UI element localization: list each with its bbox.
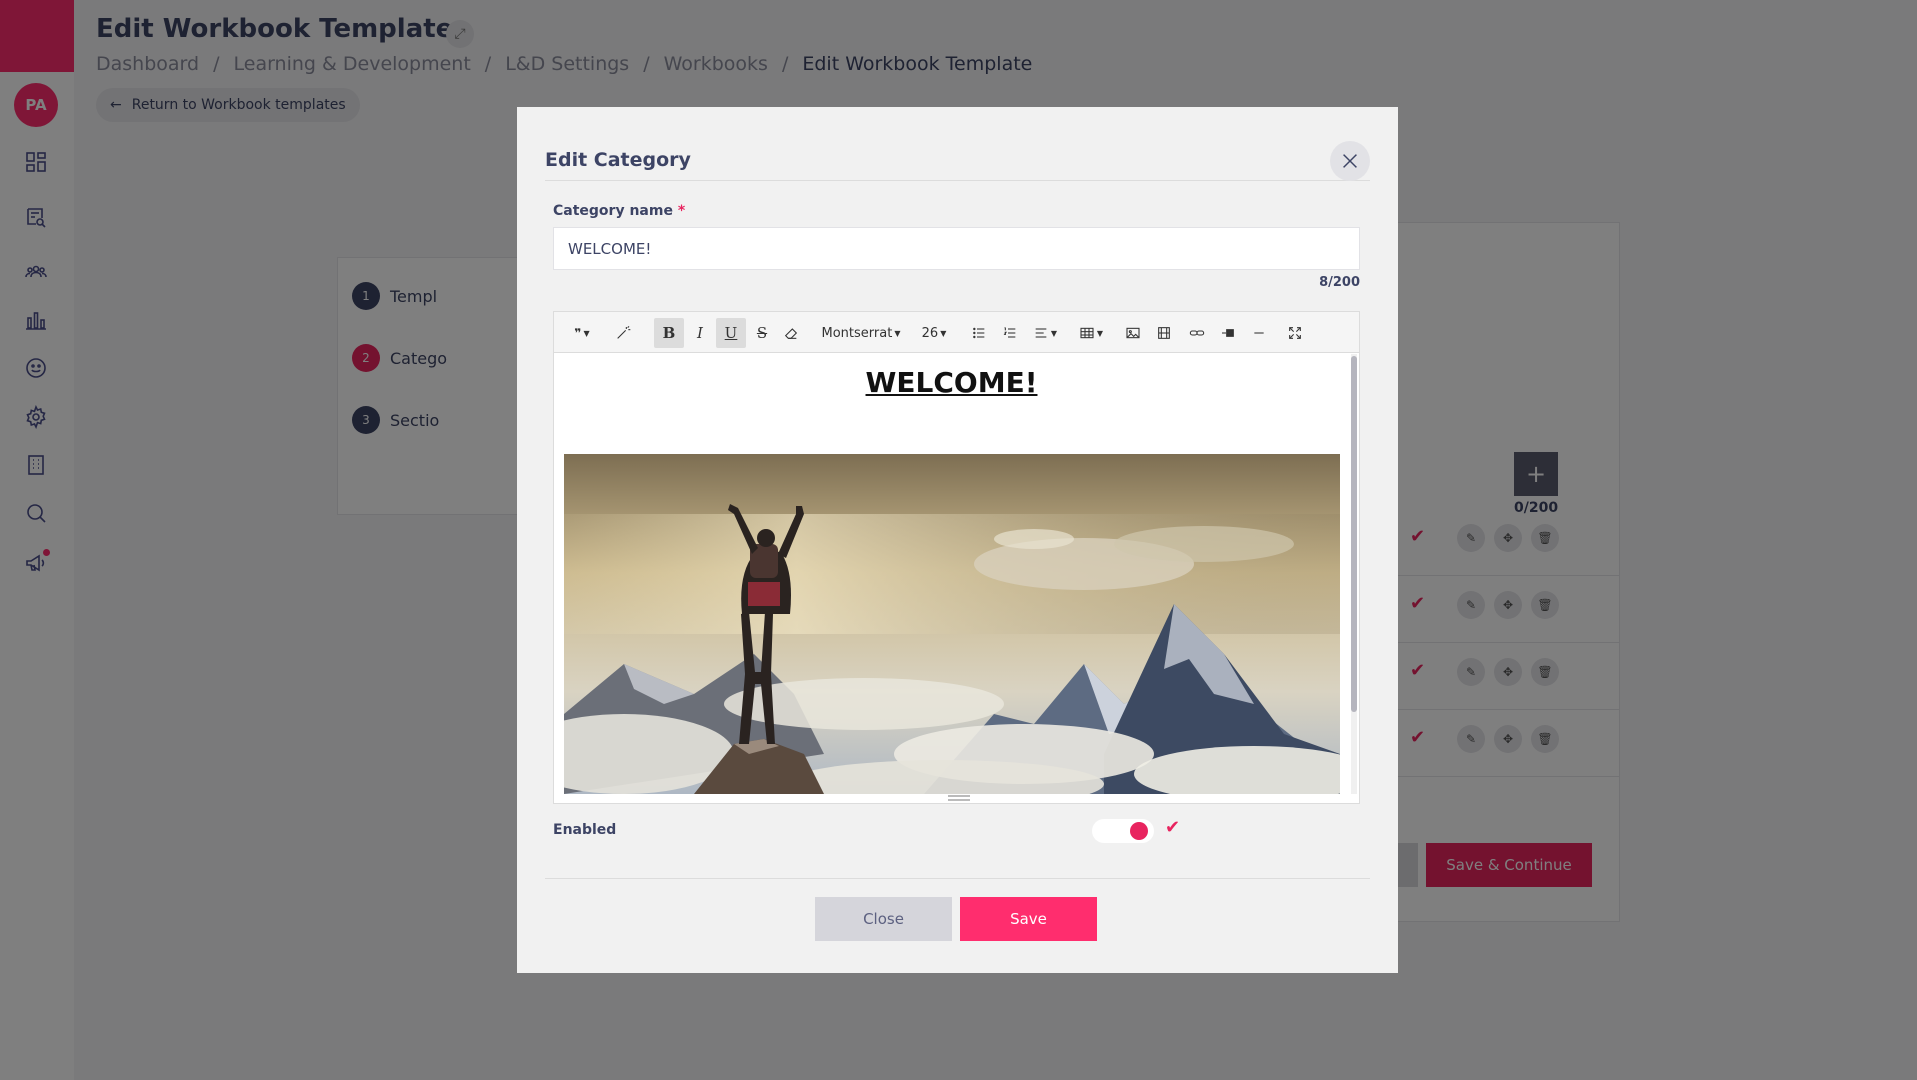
modal-title: Edit Category [545, 149, 691, 171]
bullet-list-icon[interactable] [966, 318, 992, 348]
numbered-list-icon[interactable] [997, 318, 1023, 348]
strikethrough-icon[interactable]: S [749, 318, 775, 348]
font-family-dropdown[interactable]: Montserrat ▼ [818, 318, 904, 348]
italic-icon[interactable]: I [687, 318, 713, 348]
divider [545, 878, 1370, 879]
table-dropdown[interactable]: ▼ [1074, 318, 1108, 348]
enabled-toggle[interactable] [1092, 819, 1154, 843]
char-count: 8/200 [1319, 275, 1360, 290]
category-name-input[interactable] [553, 227, 1360, 270]
eraser-icon[interactable] [778, 318, 804, 348]
modal-header: Edit Category [545, 127, 1370, 181]
bold-icon[interactable]: B [654, 318, 684, 348]
mountain-climber-image[interactable] [564, 454, 1340, 794]
font-size-value: 26 [921, 325, 939, 341]
quote-icon: ❞ [574, 326, 582, 340]
embed-icon[interactable] [1215, 318, 1241, 348]
link-icon[interactable] [1184, 318, 1210, 348]
resize-handle[interactable] [948, 795, 970, 801]
rich-text-editor: ❞ ▼ B I U S Montserrat ▼ 26 ▼ ▼ ▼ WELCOM… [553, 311, 1360, 804]
save-button[interactable]: Save [960, 897, 1097, 941]
fullscreen-icon[interactable] [1282, 318, 1308, 348]
close-button[interactable]: Close [815, 897, 952, 941]
enabled-label: Enabled [553, 822, 617, 838]
editor-content[interactable]: WELCOME! [554, 354, 1349, 794]
required-mark: * [677, 203, 686, 219]
align-dropdown[interactable]: ▼ [1028, 318, 1062, 348]
check-icon: ✔ [1165, 817, 1181, 838]
video-icon[interactable] [1151, 318, 1177, 348]
close-icon[interactable] [1330, 141, 1370, 181]
style-dropdown[interactable]: ❞ ▼ [564, 318, 600, 348]
editor-heading: WELCOME! [865, 366, 1038, 399]
magic-wand-icon[interactable] [608, 318, 638, 348]
font-size-dropdown[interactable]: 26 ▼ [914, 318, 954, 348]
editor-scrollbar[interactable] [1351, 354, 1357, 794]
edit-category-modal: Edit Category Category name * 8/200 ❞▼ B… [517, 107, 1398, 973]
editor-toolbar: ❞ ▼ B I U S Montserrat ▼ 26 ▼ ▼ ▼ [554, 312, 1359, 353]
category-name-label: Category name * [553, 203, 685, 219]
image-icon[interactable] [1120, 318, 1146, 348]
font-family-value: Montserrat [821, 325, 893, 341]
horizontal-rule-icon[interactable] [1246, 318, 1272, 348]
category-name-label-text: Category name [553, 203, 673, 219]
underline-icon[interactable]: U [716, 318, 746, 348]
